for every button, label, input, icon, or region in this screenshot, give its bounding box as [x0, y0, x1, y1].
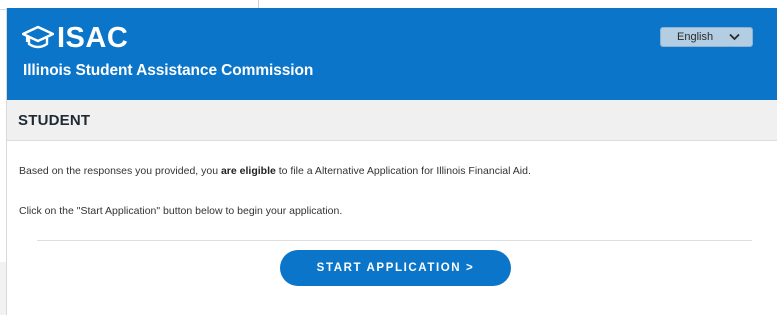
application-card: ISAC Illinois Student Assistance Commiss…: [6, 8, 777, 315]
section-header: STUDENT: [7, 100, 777, 141]
eligibility-status: are eligible: [220, 165, 276, 177]
graduation-cap-icon: [22, 25, 54, 49]
divider: [37, 240, 752, 241]
eligibility-message-prefix: Based on the responses you provided, you: [19, 165, 221, 177]
section-title: STUDENT: [18, 112, 91, 129]
organization-name: Illinois Student Assistance Commission: [23, 62, 314, 79]
language-select-value: English: [677, 31, 714, 43]
language-select[interactable]: English: [660, 27, 753, 47]
chevron-down-icon: [729, 33, 740, 41]
start-application-button[interactable]: START APPLICATION >: [280, 250, 511, 286]
eligibility-message: Based on the responses you provided, you…: [19, 165, 531, 177]
instruction-message: Click on the "Start Application" button …: [19, 205, 343, 217]
background-divider: [258, 0, 259, 8]
isac-logo: ISAC: [22, 23, 128, 53]
header-banner: ISAC Illinois Student Assistance Commiss…: [7, 8, 777, 100]
logo-text: ISAC: [57, 22, 129, 54]
eligibility-message-suffix: to file a Alternative Application for Il…: [275, 165, 531, 177]
